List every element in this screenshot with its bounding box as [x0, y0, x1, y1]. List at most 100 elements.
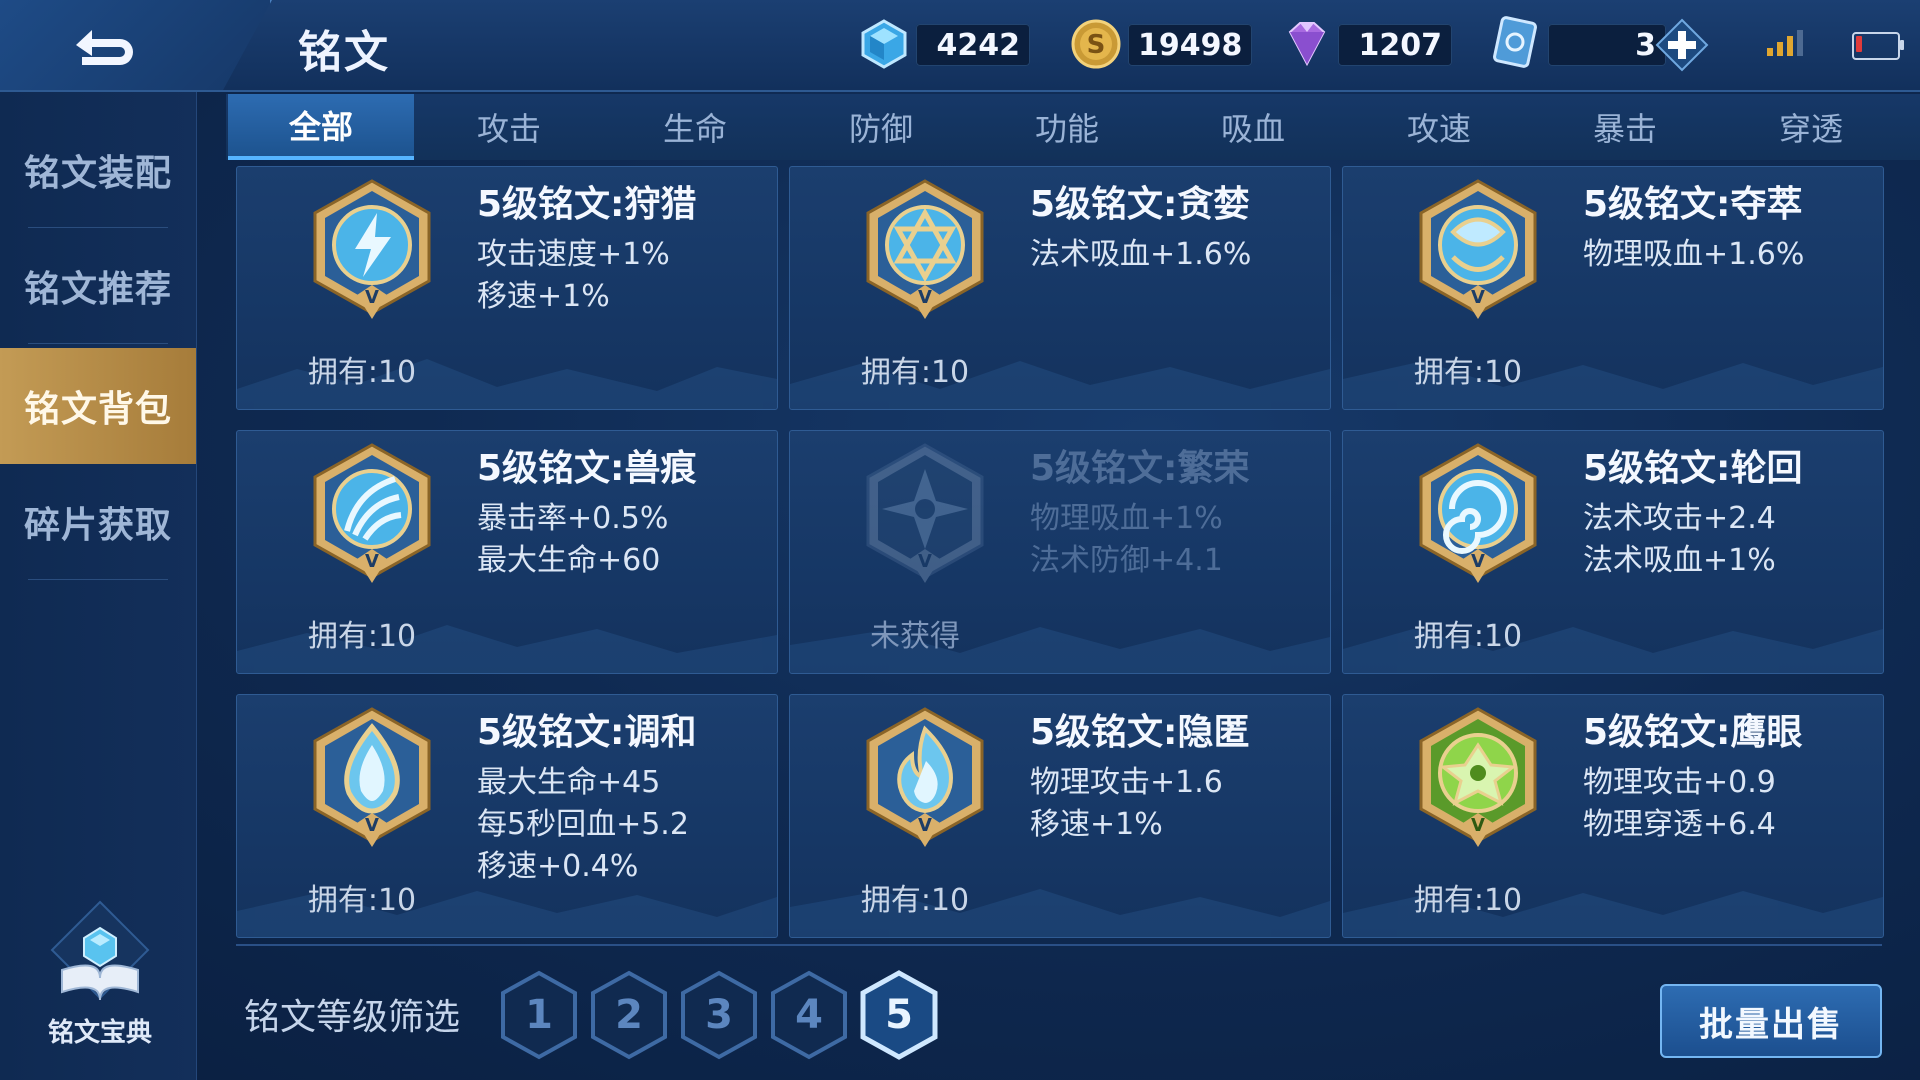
- crystal-icon: [861, 19, 907, 69]
- inscription-stat: 法术吸血+1.6%: [1030, 237, 1252, 272]
- inscription-stat: 最大生命+45: [477, 765, 661, 800]
- eagle-emblem-icon: V: [1419, 707, 1537, 847]
- ticket-resource: 3: [1490, 16, 1680, 70]
- inscription-grid: V 5级铭文:狩猎 攻击速度+1% 移速+1% 拥有:10 V 5级铭文:贪婪 …: [236, 166, 1884, 946]
- top-bar: 铭文 4242 S 19498 1207 3: [0, 0, 1920, 92]
- level-filter-3[interactable]: 3: [680, 970, 758, 1060]
- sidebar-item-label: 铭文背包: [23, 389, 172, 430]
- crystal-count: 4242: [916, 24, 1030, 66]
- svg-text:V: V: [918, 551, 932, 572]
- owned-count: 拥有:10: [860, 355, 970, 390]
- gold-resource: S 19498: [1070, 19, 1253, 70]
- tab-attack[interactable]: 攻击: [416, 94, 602, 160]
- inscription-stat: 暴击率+0.5%: [477, 501, 669, 536]
- inscription-stat: 物理吸血+1.6%: [1583, 237, 1805, 272]
- inscription-card[interactable]: V 5级铭文:夺萃 物理吸血+1.6% 拥有:10: [1342, 166, 1884, 410]
- crystal-resource: 4242: [858, 19, 1030, 70]
- droplet-emblem-icon: V: [313, 707, 431, 847]
- sidebar-item-equip[interactable]: 铭文装配: [0, 112, 196, 228]
- svg-text:V: V: [1471, 551, 1485, 572]
- inscription-stat: 每5秒回血+5.2: [477, 807, 689, 842]
- claw-emblem-icon: V: [313, 443, 431, 583]
- inscription-card[interactable]: V 5级铭文:调和 最大生命+45 每5秒回血+5.2 移速+0.4% 拥有:1…: [236, 694, 778, 938]
- inscription-card[interactable]: V 5级铭文:兽痕 暴击率+0.5% 最大生命+60 拥有:10: [236, 430, 778, 674]
- gold-coin-icon: S: [1071, 19, 1121, 69]
- tab-all[interactable]: 全部: [228, 94, 414, 160]
- svg-text:V: V: [918, 815, 932, 836]
- codex-book-icon: [50, 900, 150, 1001]
- tab-defense[interactable]: 防御: [788, 94, 974, 160]
- category-tabs: 全部 攻击 生命 防御 功能 吸血 攻速 暴击 穿透: [226, 94, 1920, 160]
- tab-crit[interactable]: 暴击: [1532, 94, 1718, 160]
- sidebar-item-label: 碎片获取: [23, 505, 172, 546]
- inscription-stat: 物理攻击+1.6: [1030, 765, 1223, 800]
- inscription-card[interactable]: V 5级铭文:繁荣 物理吸血+1% 法术防御+4.1 未获得: [789, 430, 1331, 674]
- sidebar-item-label: 铭文推荐: [23, 269, 172, 310]
- compass-emblem-icon: V: [866, 443, 984, 583]
- owned-count: 拥有:10: [860, 883, 970, 918]
- sidebar-item-bag[interactable]: 铭文背包: [0, 348, 196, 464]
- diamond-resource: 1207: [1280, 20, 1452, 70]
- diamond-icon: [1288, 22, 1326, 67]
- level-filter-5[interactable]: 5: [860, 970, 938, 1060]
- diamond-count: 1207: [1338, 24, 1452, 66]
- sidebar-item-recommend[interactable]: 铭文推荐: [0, 228, 196, 344]
- inscription-name: 5级铭文:贪婪: [1030, 184, 1250, 225]
- inscription-stat: 法术防御+4.1: [1030, 543, 1223, 578]
- inscription-card[interactable]: V 5级铭文:贪婪 法术吸血+1.6% 拥有:10: [789, 166, 1331, 410]
- codex-button[interactable]: 铭文宝典: [30, 900, 170, 1050]
- level-number: 4: [795, 992, 823, 1038]
- inscription-name: 5级铭文:鹰眼: [1583, 712, 1803, 753]
- level-number: 1: [525, 992, 553, 1038]
- level-number: 3: [705, 992, 733, 1038]
- inscription-name: 5级铭文:狩猎: [477, 184, 697, 225]
- star-emblem-icon: V: [866, 179, 984, 319]
- inscription-card[interactable]: V 5级铭文:隐匿 物理攻击+1.6 移速+1% 拥有:10: [789, 694, 1331, 938]
- swirl-emblem-icon: V: [1419, 443, 1537, 583]
- inscription-stat: 物理攻击+0.9: [1583, 765, 1776, 800]
- battery-icon: [1852, 32, 1904, 60]
- level-filter-1[interactable]: 1: [500, 970, 578, 1060]
- back-button[interactable]: [0, 0, 272, 90]
- tab-function[interactable]: 功能: [974, 94, 1160, 160]
- owned-count: 拥有:10: [1413, 883, 1523, 918]
- inscription-stat: 法术攻击+2.4: [1583, 501, 1776, 536]
- ticket-count: 3: [1548, 24, 1666, 66]
- inscription-stat: 移速+1%: [477, 279, 610, 314]
- inscription-name: 5级铭文:隐匿: [1030, 712, 1250, 753]
- svg-text:V: V: [365, 551, 379, 572]
- page-title: 铭文: [298, 27, 390, 78]
- owned-status: 未获得: [870, 619, 960, 654]
- level-filter-2[interactable]: 2: [590, 970, 668, 1060]
- inscription-name: 5级铭文:轮回: [1583, 448, 1803, 489]
- tab-attack-speed[interactable]: 攻速: [1346, 94, 1532, 160]
- gold-count: 19498: [1128, 24, 1253, 66]
- inscription-card[interactable]: V 5级铭文:鹰眼 物理攻击+0.9 物理穿透+6.4 拥有:10: [1342, 694, 1884, 938]
- inscription-stat: 法术吸血+1%: [1583, 543, 1776, 578]
- inscription-stat: 攻击速度+1%: [477, 237, 670, 272]
- inscription-name: 5级铭文:繁荣: [1030, 448, 1250, 489]
- add-resource-button[interactable]: [1655, 18, 1709, 72]
- owned-count: 拥有:10: [307, 355, 417, 390]
- inscription-card[interactable]: V 5级铭文:轮回 法术攻击+2.4 法术吸血+1% 拥有:10: [1342, 430, 1884, 674]
- inscription-stat: 最大生命+60: [477, 543, 661, 578]
- level-number: 5: [885, 992, 913, 1038]
- inscription-card[interactable]: V 5级铭文:狩猎 攻击速度+1% 移速+1% 拥有:10: [236, 166, 778, 410]
- inscription-name: 5级铭文:调和: [477, 712, 697, 753]
- svg-text:S: S: [1087, 30, 1106, 60]
- level-filter-label: 铭文等级筛选: [244, 997, 461, 1038]
- owned-count: 拥有:10: [1413, 355, 1523, 390]
- svg-text:V: V: [365, 815, 379, 836]
- owned-count: 拥有:10: [1413, 619, 1523, 654]
- tab-penetration[interactable]: 穿透: [1718, 94, 1904, 160]
- tab-health[interactable]: 生命: [602, 94, 788, 160]
- level-filter-4[interactable]: 4: [770, 970, 848, 1060]
- lightning-emblem-icon: V: [313, 179, 431, 319]
- sidebar-item-fragments[interactable]: 碎片获取: [0, 464, 196, 580]
- svg-text:V: V: [1471, 287, 1485, 308]
- sidebar-item-label: 铭文装配: [23, 153, 172, 194]
- inscription-stat: 物理穿透+6.4: [1583, 807, 1776, 842]
- batch-sell-button[interactable]: 批量出售: [1660, 984, 1882, 1058]
- tab-lifesteal[interactable]: 吸血: [1160, 94, 1346, 160]
- svg-text:V: V: [365, 287, 379, 308]
